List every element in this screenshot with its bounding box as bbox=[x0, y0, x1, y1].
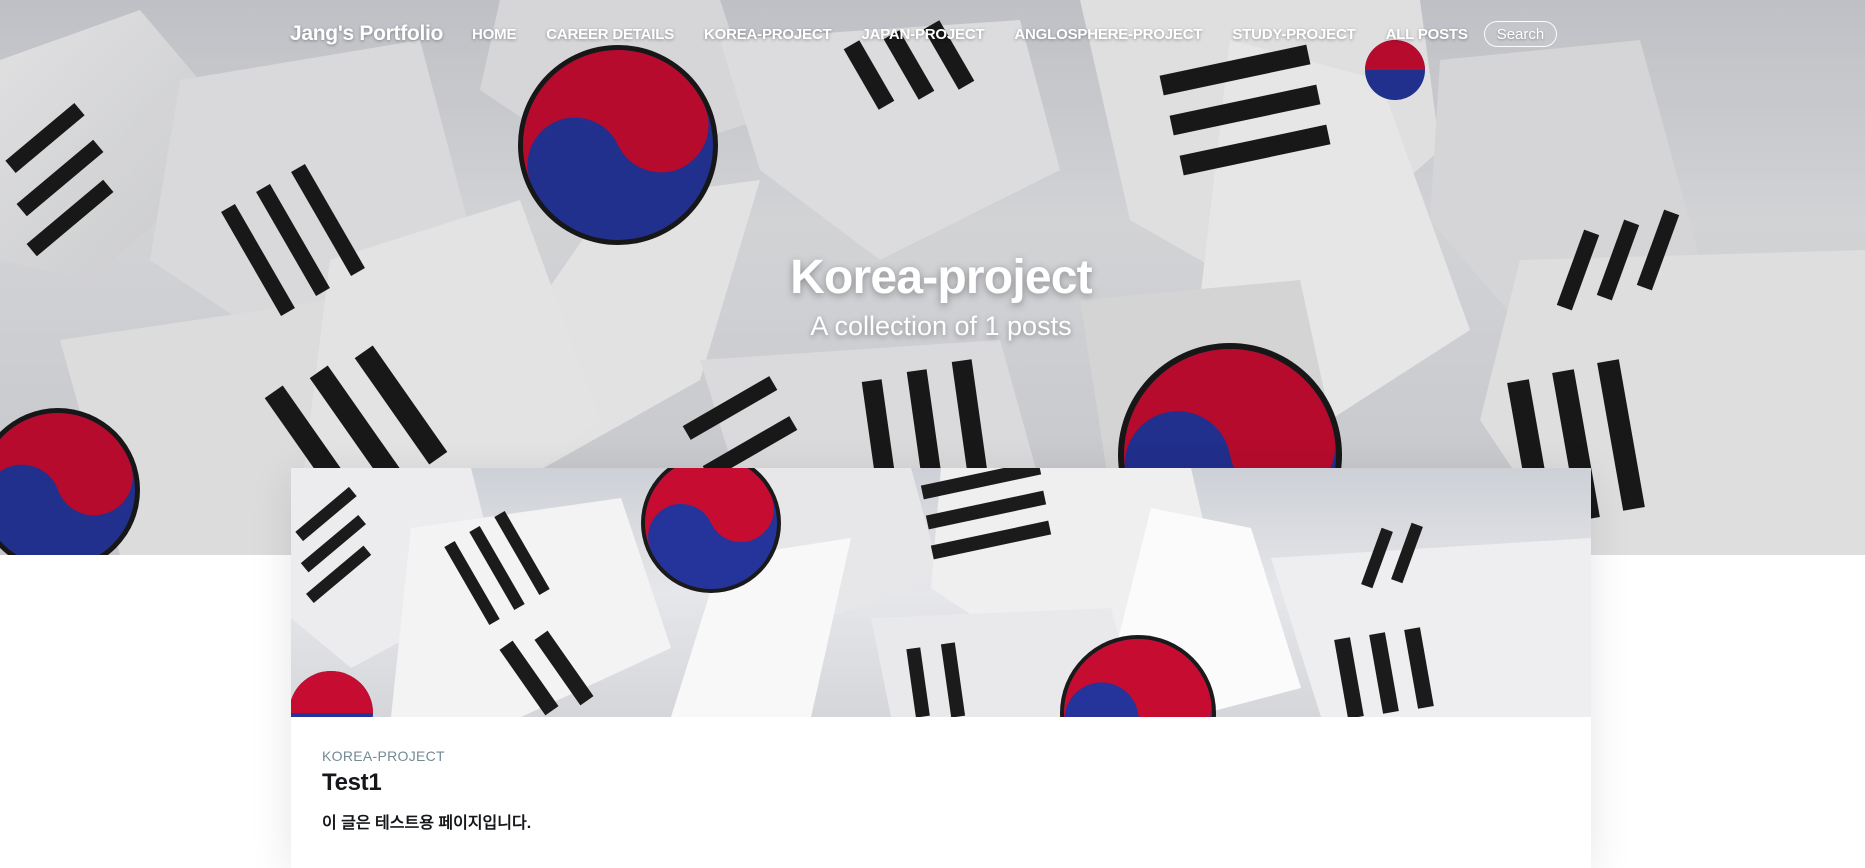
nav-item-study-project[interactable]: STUDY-PROJECT bbox=[1232, 26, 1355, 43]
post-card-image[interactable] bbox=[291, 468, 1591, 717]
post-excerpt: 이 글은 테스트용 페이지입니다. bbox=[322, 815, 532, 832]
nav-item-home[interactable]: HOME bbox=[472, 26, 516, 43]
post-title[interactable]: Test1 bbox=[322, 769, 1560, 797]
site-nav: Jang's Portfolio HOME CAREER DETAILS KOR… bbox=[290, 18, 1558, 50]
post-tag[interactable]: KOREA-PROJECT bbox=[322, 748, 1560, 764]
nav-item-korea-project[interactable]: KOREA-PROJECT bbox=[704, 26, 832, 43]
nav-item-career-details[interactable]: CAREER DETAILS bbox=[546, 26, 674, 43]
nav-item-all-posts[interactable]: ALL POSTS bbox=[1386, 26, 1468, 43]
search-label: Search bbox=[1496, 25, 1545, 43]
nav-item-anglosphere-project[interactable]: ANGLOSPHERE-PROJECT bbox=[1014, 26, 1202, 43]
post-card[interactable]: KOREA-PROJECT Test1 이 글은 테스트용 페이지입니다. bbox=[291, 468, 1591, 868]
pinwheel-flags-thumbnail bbox=[291, 468, 1591, 717]
post-card-body: KOREA-PROJECT Test1 이 글은 테스트용 페이지입니다. bbox=[291, 748, 1591, 833]
nav-links: HOME CAREER DETAILS KOREA-PROJECT JAPAN-… bbox=[472, 21, 1558, 47]
page-subtitle: A collection of 1 posts bbox=[810, 311, 1072, 341]
site-brand-link[interactable]: Jang's Portfolio bbox=[290, 22, 443, 46]
search-button[interactable]: Search bbox=[1483, 21, 1558, 47]
page-title: Korea-project bbox=[790, 251, 1092, 304]
nav-item-japan-project[interactable]: JAPAN-PROJECT bbox=[861, 26, 984, 43]
